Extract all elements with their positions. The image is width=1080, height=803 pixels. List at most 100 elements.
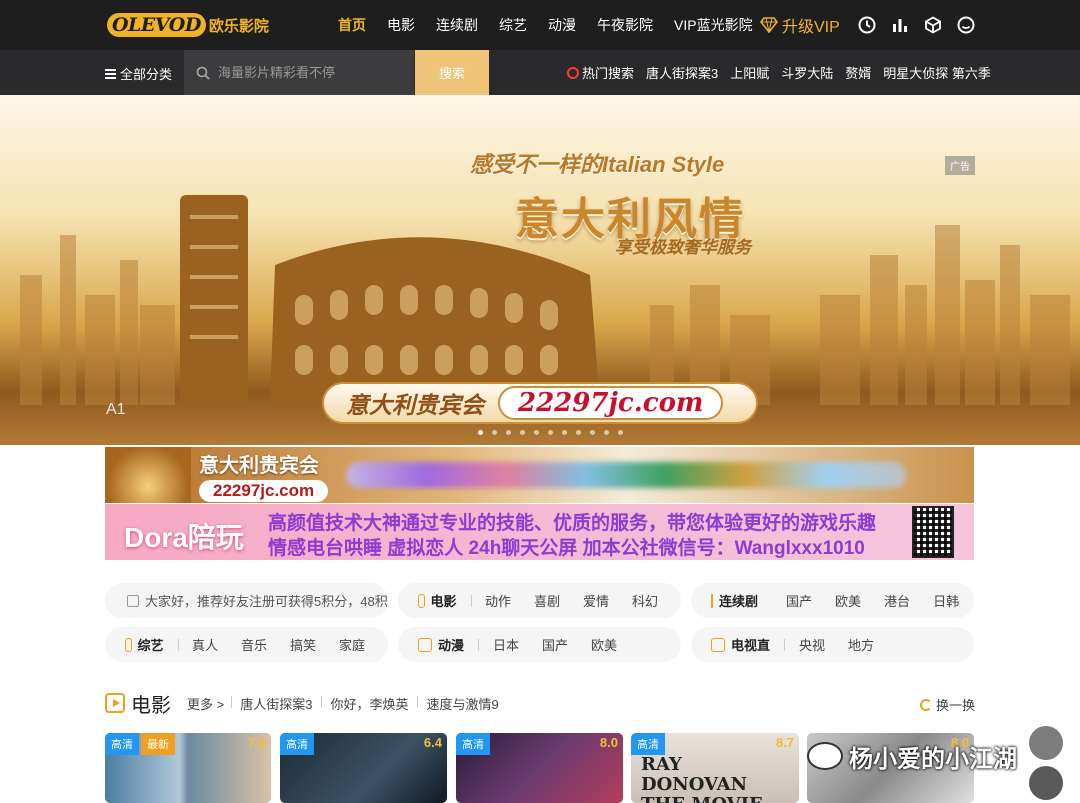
carousel-dot[interactable] [576, 430, 581, 435]
ad-line-1: 高颜值技术大神通过专业的技能、优质的服务，带您体验更好的游戏乐趣 [268, 513, 877, 534]
carousel-dot[interactable] [534, 430, 539, 435]
category-head[interactable]: 动漫 [438, 635, 464, 654]
poster-caption: RAY DONOVAN THE MOVIE [641, 754, 763, 803]
hot-search-item[interactable]: 上阳赋 [730, 63, 769, 82]
carousel-dot[interactable] [492, 430, 497, 435]
floating-tool-button[interactable] [1029, 726, 1063, 760]
nav-item-series[interactable]: 连续剧 [436, 15, 478, 35]
category-variety: 综艺 真人 音乐 搞笑 家庭 [105, 627, 388, 662]
hd-badge: 高清 [631, 733, 665, 755]
nav-item-midnight[interactable]: 午夜影院 [597, 15, 653, 35]
category-series: 连续剧 国产 欧美 港台 日韩 [691, 583, 974, 618]
play-icon [105, 693, 125, 713]
tv-icon [711, 593, 713, 608]
notice-marquee: 大家好，推荐好友注册可获得5积分，48积 [105, 583, 388, 618]
back-to-top-button[interactable] [1029, 766, 1063, 800]
hd-badge: 高清 [280, 733, 314, 755]
banner-carousel[interactable]: 感受不一样的Italian Style 意大利风情 享受极致奢华服务 广告 意大… [0, 95, 1080, 445]
hot-search-item[interactable]: 斗罗大陆 [781, 63, 833, 82]
carousel-dot[interactable] [618, 430, 623, 435]
movie-card[interactable]: 高清 8.0 [456, 733, 623, 803]
carousel-dot[interactable] [520, 430, 525, 435]
movie-card[interactable]: 高清 最新 7.5 [105, 733, 271, 803]
carousel-dot[interactable] [604, 430, 609, 435]
ad-banner-italian[interactable]: 意大利贵宾会 22297jc.com [105, 447, 974, 503]
banner-subtitle: 感受不一样的Italian Style [470, 152, 725, 177]
speaker-icon [127, 594, 139, 607]
clock-icon[interactable] [857, 15, 877, 35]
watermark-text: 杨小爱的小江湖 [849, 745, 1017, 773]
carousel-dot[interactable] [506, 430, 511, 435]
hot-search-item[interactable]: 唐人街探案3 [646, 63, 718, 82]
section-title: 电影 [131, 694, 171, 717]
category-link[interactable]: 央视 [799, 635, 825, 654]
category-link[interactable]: 日本 [493, 635, 519, 654]
bar-chart-icon[interactable] [890, 15, 910, 35]
tv-live-icon [711, 637, 725, 652]
cube-icon[interactable] [923, 15, 943, 35]
category-link[interactable]: 喜剧 [534, 591, 560, 610]
wechat-watermark: 杨小爱的小江湖 [807, 733, 1017, 779]
upgrade-vip-button[interactable]: 升级VIP [760, 13, 840, 37]
category-link[interactable]: 国产 [542, 635, 568, 654]
carousel-dot[interactable] [548, 430, 553, 435]
category-link[interactable]: 动作 [485, 591, 511, 610]
site-logo[interactable]: OLEVOD 欧乐影院 [107, 10, 269, 40]
category-link[interactable]: 国产 [786, 591, 812, 610]
banner-cta[interactable]: 意大利贵宾会 22297jc.com [322, 382, 758, 424]
category-head[interactable]: 综艺 [138, 635, 164, 654]
hot-search-item[interactable]: 赘婿 [845, 63, 871, 82]
category-link[interactable]: 欧美 [835, 591, 861, 610]
ad-brand: Dora陪玩 [124, 522, 244, 553]
carousel-dot[interactable] [590, 430, 595, 435]
category-link[interactable]: 欧美 [591, 635, 617, 654]
smiley-icon[interactable] [956, 15, 976, 35]
nav-item-anime[interactable]: 动漫 [548, 15, 576, 35]
cat-face-icon [418, 637, 432, 652]
nav-item-vip-bluray[interactable]: VIP蓝光影院 [674, 15, 753, 35]
search-input[interactable] [218, 65, 398, 80]
wechat-icon [807, 742, 843, 770]
score: 8.0 [599, 735, 618, 750]
carousel-dot[interactable] [478, 430, 483, 435]
category-link[interactable]: 家庭 [339, 635, 365, 654]
diamond-icon [760, 17, 778, 33]
swap-button[interactable]: 换一换 [919, 695, 975, 714]
section-link[interactable]: 速度与激情9 [417, 694, 499, 713]
category-link[interactable]: 地方 [848, 635, 874, 654]
category-head[interactable]: 连续剧 [719, 591, 758, 610]
hot-search-label: 热门搜索 [582, 66, 635, 81]
slide-label: A1 [106, 401, 126, 418]
hot-search-item[interactable]: 明星大侦探 第六季 [883, 63, 991, 82]
search-icon [196, 66, 210, 80]
section-more-link[interactable]: 更多 > [187, 694, 224, 713]
category-link[interactable]: 爱情 [583, 591, 609, 610]
all-categories-menu[interactable]: 全部分类 [105, 64, 172, 83]
nav-item-movies[interactable]: 电影 [387, 15, 415, 35]
score: 6.4 [423, 735, 442, 750]
nav-item-variety[interactable]: 综艺 [499, 15, 527, 35]
category-link[interactable]: 真人 [192, 635, 218, 654]
category-link[interactable]: 搞笑 [290, 635, 316, 654]
movie-card[interactable]: 高清 6.4 [280, 733, 447, 803]
carousel-dot[interactable] [562, 430, 567, 435]
nav-item-home[interactable]: 首页 [338, 15, 366, 35]
movie-card[interactable]: 高清 8.7 RAY DONOVAN THE MOVIE [631, 733, 799, 803]
category-head[interactable]: 电影 [431, 591, 457, 610]
logo-mark: OLEVOD [107, 13, 206, 37]
hd-badge: 高清 [456, 733, 490, 755]
fire-icon [567, 66, 579, 79]
category-link[interactable]: 港台 [884, 591, 910, 610]
new-badge: 最新 [141, 733, 175, 755]
search-button[interactable]: 搜索 [415, 50, 489, 95]
section-link[interactable]: 你好，李焕英 [321, 694, 408, 713]
ad-banner-dora[interactable]: Dora陪玩 高颜值技术大神通过专业的技能、优质的服务，带您体验更好的游戏乐趣 … [105, 504, 974, 560]
refresh-icon [919, 698, 932, 711]
category-link[interactable]: 日韩 [933, 591, 959, 610]
ad-tag: 广告 [945, 156, 975, 175]
category-link[interactable]: 科幻 [632, 591, 658, 610]
category-head[interactable]: 电视直 [731, 635, 770, 654]
microphone-icon [125, 637, 132, 652]
category-link[interactable]: 音乐 [241, 635, 267, 654]
section-link[interactable]: 唐人街探案3 [231, 694, 312, 713]
